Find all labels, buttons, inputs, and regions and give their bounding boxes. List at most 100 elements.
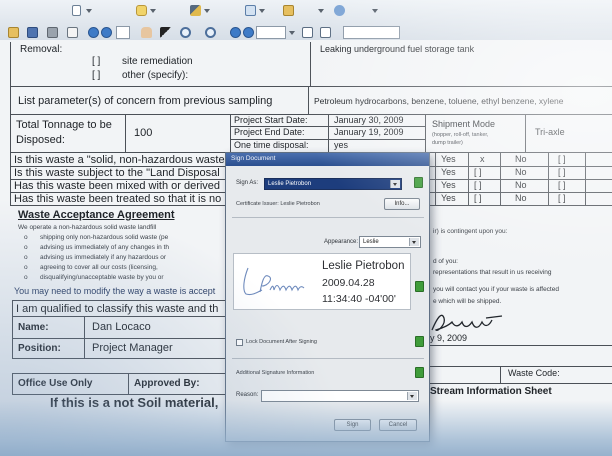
zoom-decrease-icon[interactable] (230, 27, 241, 38)
params-value[interactable]: Petroleum hydrocarbons, benzene, toluene… (314, 96, 564, 106)
yes-label: Yes (441, 154, 456, 164)
bullet-icon: o (24, 274, 28, 281)
chevron-down-icon[interactable] (409, 238, 419, 246)
chevron-down-icon[interactable] (372, 9, 378, 13)
table-border (525, 114, 526, 152)
chevron-down-icon[interactable] (150, 9, 156, 13)
start-date-value[interactable]: January 30, 2009 (334, 115, 404, 126)
question-text: Is this waste a "solid, non-hazardous wa… (14, 154, 225, 166)
table-border (10, 42, 11, 206)
help-icon (415, 336, 424, 347)
tonnage-value[interactable]: 100 (134, 127, 152, 139)
reason-select[interactable] (261, 390, 419, 402)
table-border (435, 152, 436, 205)
agreement-heading: Waste Acceptance Agreement (18, 209, 175, 221)
open-icon[interactable] (8, 27, 19, 38)
email-icon[interactable] (67, 27, 78, 38)
shipment-options: dump trailer) (432, 140, 463, 146)
checkbox-other[interactable]: [ ] (92, 70, 100, 81)
zoom-level-input[interactable] (256, 26, 286, 39)
fit-width-icon[interactable] (320, 27, 331, 38)
yes-checkbox[interactable]: [ ] (474, 167, 482, 178)
table-border (12, 373, 13, 394)
table-border (468, 152, 469, 205)
zoom-increase-icon[interactable] (243, 27, 254, 38)
reason-label: Reason: (236, 392, 259, 398)
dialog-title-bar[interactable]: Sign Document (226, 153, 429, 166)
info-button[interactable]: Info... (384, 198, 420, 210)
bullet-icon: o (24, 234, 28, 241)
next-page-icon[interactable] (101, 27, 112, 38)
no-checkbox[interactable]: [ ] (558, 193, 566, 204)
chevron-down-icon[interactable] (259, 9, 265, 13)
agreement-right-line: d of you: (433, 258, 458, 265)
agreement-note: You may need to modify the way a waste i… (14, 286, 216, 296)
table-border (12, 300, 225, 301)
chevron-down-icon[interactable] (204, 9, 210, 13)
agreement-intro: We operate a non-hazardous solid waste l… (18, 224, 157, 231)
table-border (430, 366, 612, 367)
checkbox-site-remediation[interactable]: [ ] (92, 56, 100, 67)
zoom-in-icon[interactable] (180, 27, 191, 38)
position-value[interactable]: Project Manager (92, 342, 173, 354)
select-tool-icon[interactable] (160, 27, 171, 38)
zoom-out-icon[interactable] (205, 27, 216, 38)
yes-checkbox[interactable]: x (480, 154, 485, 165)
create-icon[interactable] (72, 5, 81, 16)
question-text: Is this waste subject to the "Land Dispo… (14, 167, 220, 179)
table-border (548, 152, 549, 205)
sign-button[interactable]: Sign (334, 419, 371, 431)
chevron-down-icon[interactable] (407, 392, 417, 400)
chevron-down-icon[interactable] (289, 31, 295, 35)
name-value[interactable]: Dan Locaco (92, 321, 151, 333)
one-time-label: One time disposal: (234, 140, 309, 150)
fit-page-icon[interactable] (302, 27, 313, 38)
chevron-down-icon[interactable] (390, 180, 400, 188)
yes-checkbox[interactable]: [ ] (474, 180, 482, 191)
no-checkbox[interactable]: [ ] (558, 167, 566, 178)
lock-document-checkbox[interactable] (236, 339, 243, 346)
agreement-bullet: advising us immediately if any hazardous… (40, 254, 167, 261)
table-border (500, 152, 501, 205)
page-display-select[interactable] (343, 26, 400, 39)
cancel-button[interactable]: Cancel (379, 419, 417, 431)
no-checkbox[interactable]: [ ] (558, 180, 566, 191)
help-icon (415, 281, 424, 292)
no-label: No (515, 167, 527, 177)
signature-preview: Leslie Pietrobon 2009.04.28 11:34:40 -04… (233, 253, 411, 310)
one-time-value[interactable]: yes (334, 140, 348, 151)
agreement-bullet: advising us immediately of any changes i… (40, 244, 169, 251)
agreement-bullet: agreeing to cover all our costs (licensi… (40, 264, 158, 271)
sign-as-select[interactable]: Leslie Pietrobon (264, 178, 402, 190)
end-date-value[interactable]: January 19, 2009 (334, 127, 404, 138)
comment-icon[interactable] (136, 5, 147, 16)
forms-icon[interactable] (245, 5, 256, 16)
page-number-input[interactable] (116, 26, 130, 39)
sign-icon[interactable] (190, 5, 201, 16)
start-date-label: Project Start Date: (234, 115, 308, 125)
end-date-label: Project End Date: (234, 127, 305, 137)
tonnage-label: Total Tonnage to be (16, 119, 112, 131)
share-icon[interactable] (334, 5, 345, 16)
agreement-bullet: disqualifying/unacceptable waste by you … (40, 274, 164, 281)
question-text: Has this waste been treated so that it i… (14, 193, 222, 205)
help-icon (414, 177, 423, 188)
chevron-down-icon[interactable] (86, 9, 92, 13)
question-text: Has this waste been mixed with or derive… (14, 180, 221, 192)
no-checkbox[interactable]: [ ] (558, 154, 566, 165)
review-icon[interactable] (283, 5, 294, 16)
yes-label: Yes (441, 193, 456, 203)
appearance-select[interactable]: Leslie (359, 236, 421, 248)
lock-document-label: Lock Document After Signing (246, 339, 317, 345)
chevron-down-icon[interactable] (318, 9, 324, 13)
save-icon[interactable] (27, 27, 38, 38)
print-icon[interactable] (47, 27, 58, 38)
shipment-value[interactable]: Tri-axle (535, 127, 565, 138)
previous-page-icon[interactable] (88, 27, 99, 38)
yes-checkbox[interactable]: [ ] (474, 193, 482, 204)
table-border (585, 152, 586, 205)
screen-photo: Removal: [ ] site remediation [ ] other … (0, 0, 612, 456)
bullet-icon: o (24, 254, 28, 261)
hand-tool-icon[interactable] (141, 27, 152, 38)
qualified-statement: I am qualified to classify this waste an… (16, 303, 219, 315)
